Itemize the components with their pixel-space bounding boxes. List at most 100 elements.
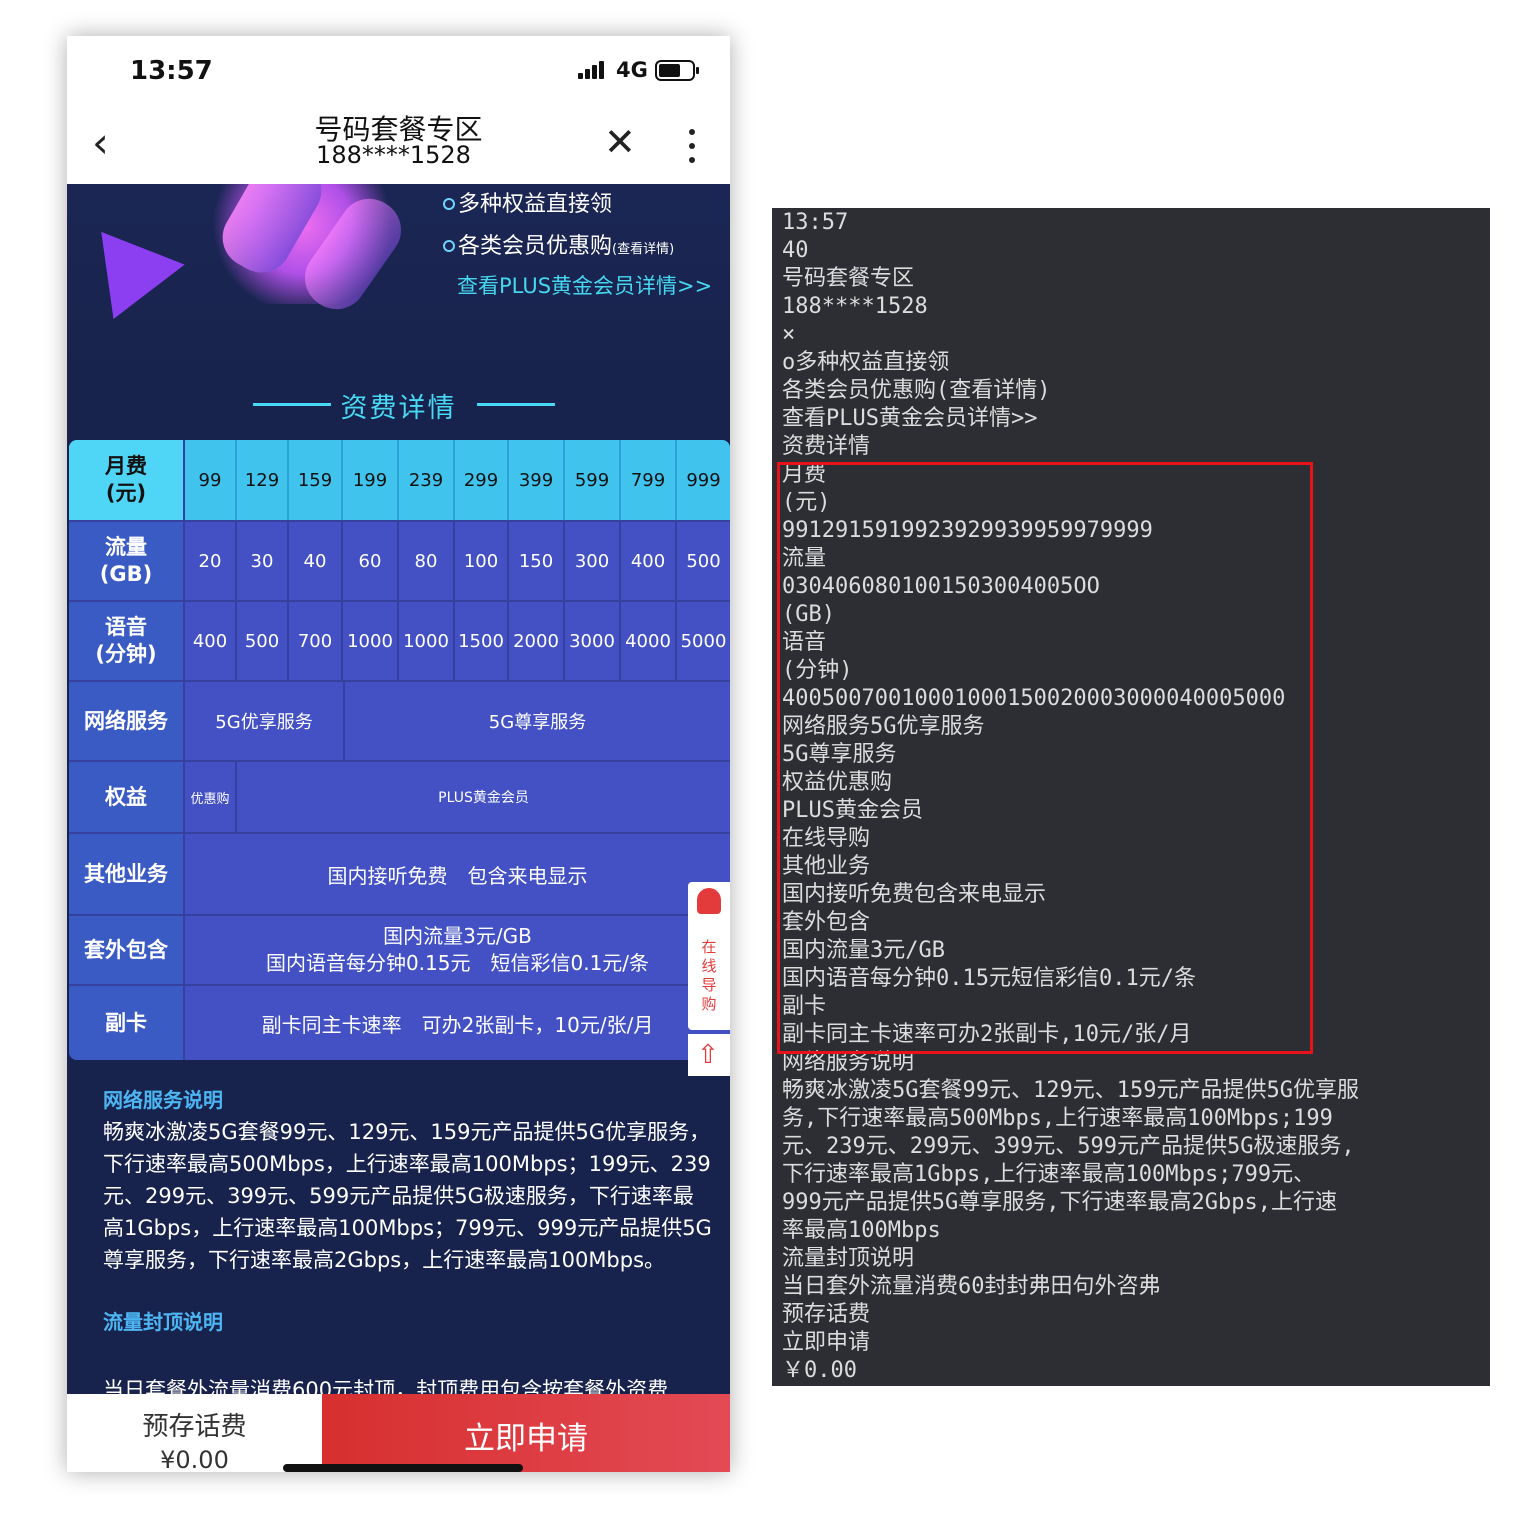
section-title: 资费详情 xyxy=(340,393,457,424)
ocr-line: 188****1528 xyxy=(782,294,928,319)
table-cell: 799 xyxy=(621,440,677,520)
ocr-line: 号码套餐专区 xyxy=(782,266,915,291)
table-cell: 5000 xyxy=(680,630,727,652)
row-label: 套外包含 xyxy=(69,916,185,984)
table-row: 流量 (GB) 20 30 40 60 80 100 150 300 400 5… xyxy=(69,522,730,602)
ocr-line: 999元产品提供5G尊享服务,下行速率最高2Gbps,上行速 xyxy=(782,1190,1337,1215)
signal-icon xyxy=(578,61,610,79)
apply-button[interactable]: 立即申请 xyxy=(322,1394,730,1472)
table-cell: 5G尊享服务 xyxy=(488,712,587,733)
table-cell: 1500 xyxy=(455,602,509,680)
network-service-text: 畅爽冰激凌5G套餐99元、129元、159元产品提供5G优享服务，下行速率最高5… xyxy=(103,1120,712,1272)
table-cell: 400 xyxy=(185,602,237,680)
table-row: 网络服务 5G优享服务 5G尊享服务 xyxy=(69,682,730,762)
table-cell: 239 xyxy=(399,440,455,520)
table-cell: 4000 xyxy=(621,602,677,680)
ocr-line: 下行速率最高1Gbps,上行速率最高100Mbps;799元、 xyxy=(782,1162,1316,1187)
table-row: 月费 (元) 99 129 159 199 239 299 399 599 79… xyxy=(69,440,730,522)
table-cell: 1000 xyxy=(399,602,455,680)
home-indicator xyxy=(283,1464,523,1472)
ocr-line: 畅爽冰激凌5G套餐99元、129元、159元产品提供5G优享服 xyxy=(782,1078,1359,1103)
table-row: 其他业务 国内接听免费 包含来电显示 xyxy=(69,834,730,916)
table-cell: 3000 xyxy=(565,602,621,680)
online-guide-widget[interactable]: 在线导购 ⇧ xyxy=(688,882,730,1076)
ocr-line: o多种权益直接领 xyxy=(782,350,950,375)
promo-bullet-2[interactable]: 各类会员优惠购(查看详情) xyxy=(443,228,674,260)
table-cell: 159 xyxy=(289,440,343,520)
main-content: 多种权益直接领 各类会员优惠购(查看详情) 查看PLUS黄金会员详情>> 资费详… xyxy=(67,184,730,1394)
back-to-top-button[interactable]: ⇧ xyxy=(688,1034,730,1076)
ocr-line: 查看PLUS黄金会员详情>> xyxy=(782,406,1038,431)
row-label: 权益 xyxy=(69,762,185,832)
table-row: 套外包含 国内流量3元/GB 国内语音每分钟0.15元 短信彩信0.1元/条 xyxy=(69,916,730,986)
table-cell: 80 xyxy=(399,522,455,600)
table-cell: 30 xyxy=(237,522,289,600)
table-row: 副卡 副卡同主卡速率 可办2张副卡，10元/张/月 xyxy=(69,986,730,1060)
table-cell: 副卡同主卡速率 可办2张副卡，10元/张/月 xyxy=(261,1012,654,1037)
ocr-line: 务,下行速率最高500Mbps,上行速率最高100Mbps;199 xyxy=(782,1106,1333,1131)
divider xyxy=(477,403,555,406)
online-guide-label: 在线导购 xyxy=(701,938,717,1013)
table-cell: 国内流量3元/GB 国内语音每分钟0.15元 短信彩信0.1元/条 xyxy=(265,924,650,975)
row-label: 月费 (元) xyxy=(69,440,185,520)
table-cell: 5G优享服务 xyxy=(185,682,345,760)
ocr-line: 元、239元、299元、399元、599元产品提供5G极速服务, xyxy=(782,1134,1355,1159)
ocr-line: 预存话费 xyxy=(782,1302,871,1327)
table-cell: 2000 xyxy=(509,602,565,680)
table-cell: 1000 xyxy=(343,602,399,680)
play-triangle-graphic xyxy=(101,221,191,319)
table-cell: 500 xyxy=(686,550,721,572)
ocr-line: 当日套外流量消费60封封弗田句外咨弗 xyxy=(782,1274,1161,1299)
table-cell: 国内接听免费 包含来电显示 xyxy=(327,863,588,888)
table-cell: PLUS黄金会员 xyxy=(438,790,529,806)
table-cell: 599 xyxy=(565,440,621,520)
network-service-heading: 网络服务说明 xyxy=(103,1088,223,1112)
table-cell: 150 xyxy=(509,522,565,600)
table-cell: 400 xyxy=(621,522,677,600)
ocr-line: 40 xyxy=(782,238,809,263)
table-cell: 500 xyxy=(237,602,289,680)
table-cell: 优惠购 xyxy=(185,762,237,832)
ocr-line: 13:57 xyxy=(782,210,849,235)
ocr-line: 各类会员优惠购(查看详情) xyxy=(782,378,1051,403)
plus-detail-link[interactable]: 查看PLUS黄金会员详情>> xyxy=(457,270,712,300)
deposit-label: 预存话费 xyxy=(142,1412,247,1442)
table-row: 语音 (分钟) 400 500 700 1000 1000 1500 2000 … xyxy=(69,602,730,682)
row-label: 其他业务 xyxy=(69,834,185,914)
table-cell: 299 xyxy=(455,440,509,520)
table-cell: 129 xyxy=(237,440,289,520)
fee-table: 月费 (元) 99 129 159 199 239 299 399 599 79… xyxy=(69,440,730,1060)
row-label: 副卡 xyxy=(69,986,185,1060)
table-cell: 300 xyxy=(565,522,621,600)
row-label: 网络服务 xyxy=(69,682,185,760)
ocr-line: 立即申请 xyxy=(782,1330,871,1355)
table-cell: 60 xyxy=(343,522,399,600)
ocr-line: × xyxy=(782,322,796,347)
promo-banner: 多种权益直接领 各类会员优惠购(查看详情) 查看PLUS黄金会员详情>> xyxy=(67,184,730,364)
status-time: 13:57 xyxy=(130,56,213,86)
more-icon[interactable] xyxy=(689,129,695,163)
network-type: 4G xyxy=(616,58,648,82)
table-cell: 100 xyxy=(455,522,509,600)
table-row: 权益 优惠购 PLUS黄金会员 xyxy=(69,762,730,834)
phone-screen: 13:57 4G ‹ 号码套餐专区 188****1528 ✕ 多种权益直接领 … xyxy=(67,36,730,1472)
table-cell: 99 xyxy=(185,440,237,520)
bottom-bar: 预存话费 ¥0.00 立即申请 xyxy=(67,1394,730,1472)
row-label: 流量 (GB) xyxy=(69,522,185,600)
data-cap-text: 当日套餐外流量消费600元封顶，封顶费用包含按套餐外资费 xyxy=(103,1378,669,1394)
promo-bullet-1: 多种权益直接领 xyxy=(443,186,612,218)
nav-bar: ‹ 号码套餐专区 188****1528 ✕ xyxy=(67,108,730,184)
table-cell: 999 xyxy=(677,440,730,520)
ocr-line: ￥0.00 xyxy=(782,1358,857,1383)
customer-service-icon xyxy=(697,888,721,914)
row-label: 语音 (分钟) xyxy=(69,602,185,680)
close-icon[interactable]: ✕ xyxy=(604,122,636,162)
battery-icon xyxy=(655,60,699,81)
table-cell: 700 xyxy=(289,602,343,680)
table-cell: 20 xyxy=(185,522,237,600)
arrow-up-icon: ⇧ xyxy=(697,1040,719,1070)
online-guide-button[interactable]: 在线导购 xyxy=(688,882,730,1030)
description-section: 网络服务说明 畅爽冰激凌5G套餐99元、129元、159元产品提供5G优享服务，… xyxy=(103,1084,713,1338)
deposit-info: 预存话费 ¥0.00 xyxy=(67,1394,322,1472)
ocr-line: 流量封顶说明 xyxy=(782,1246,915,1271)
